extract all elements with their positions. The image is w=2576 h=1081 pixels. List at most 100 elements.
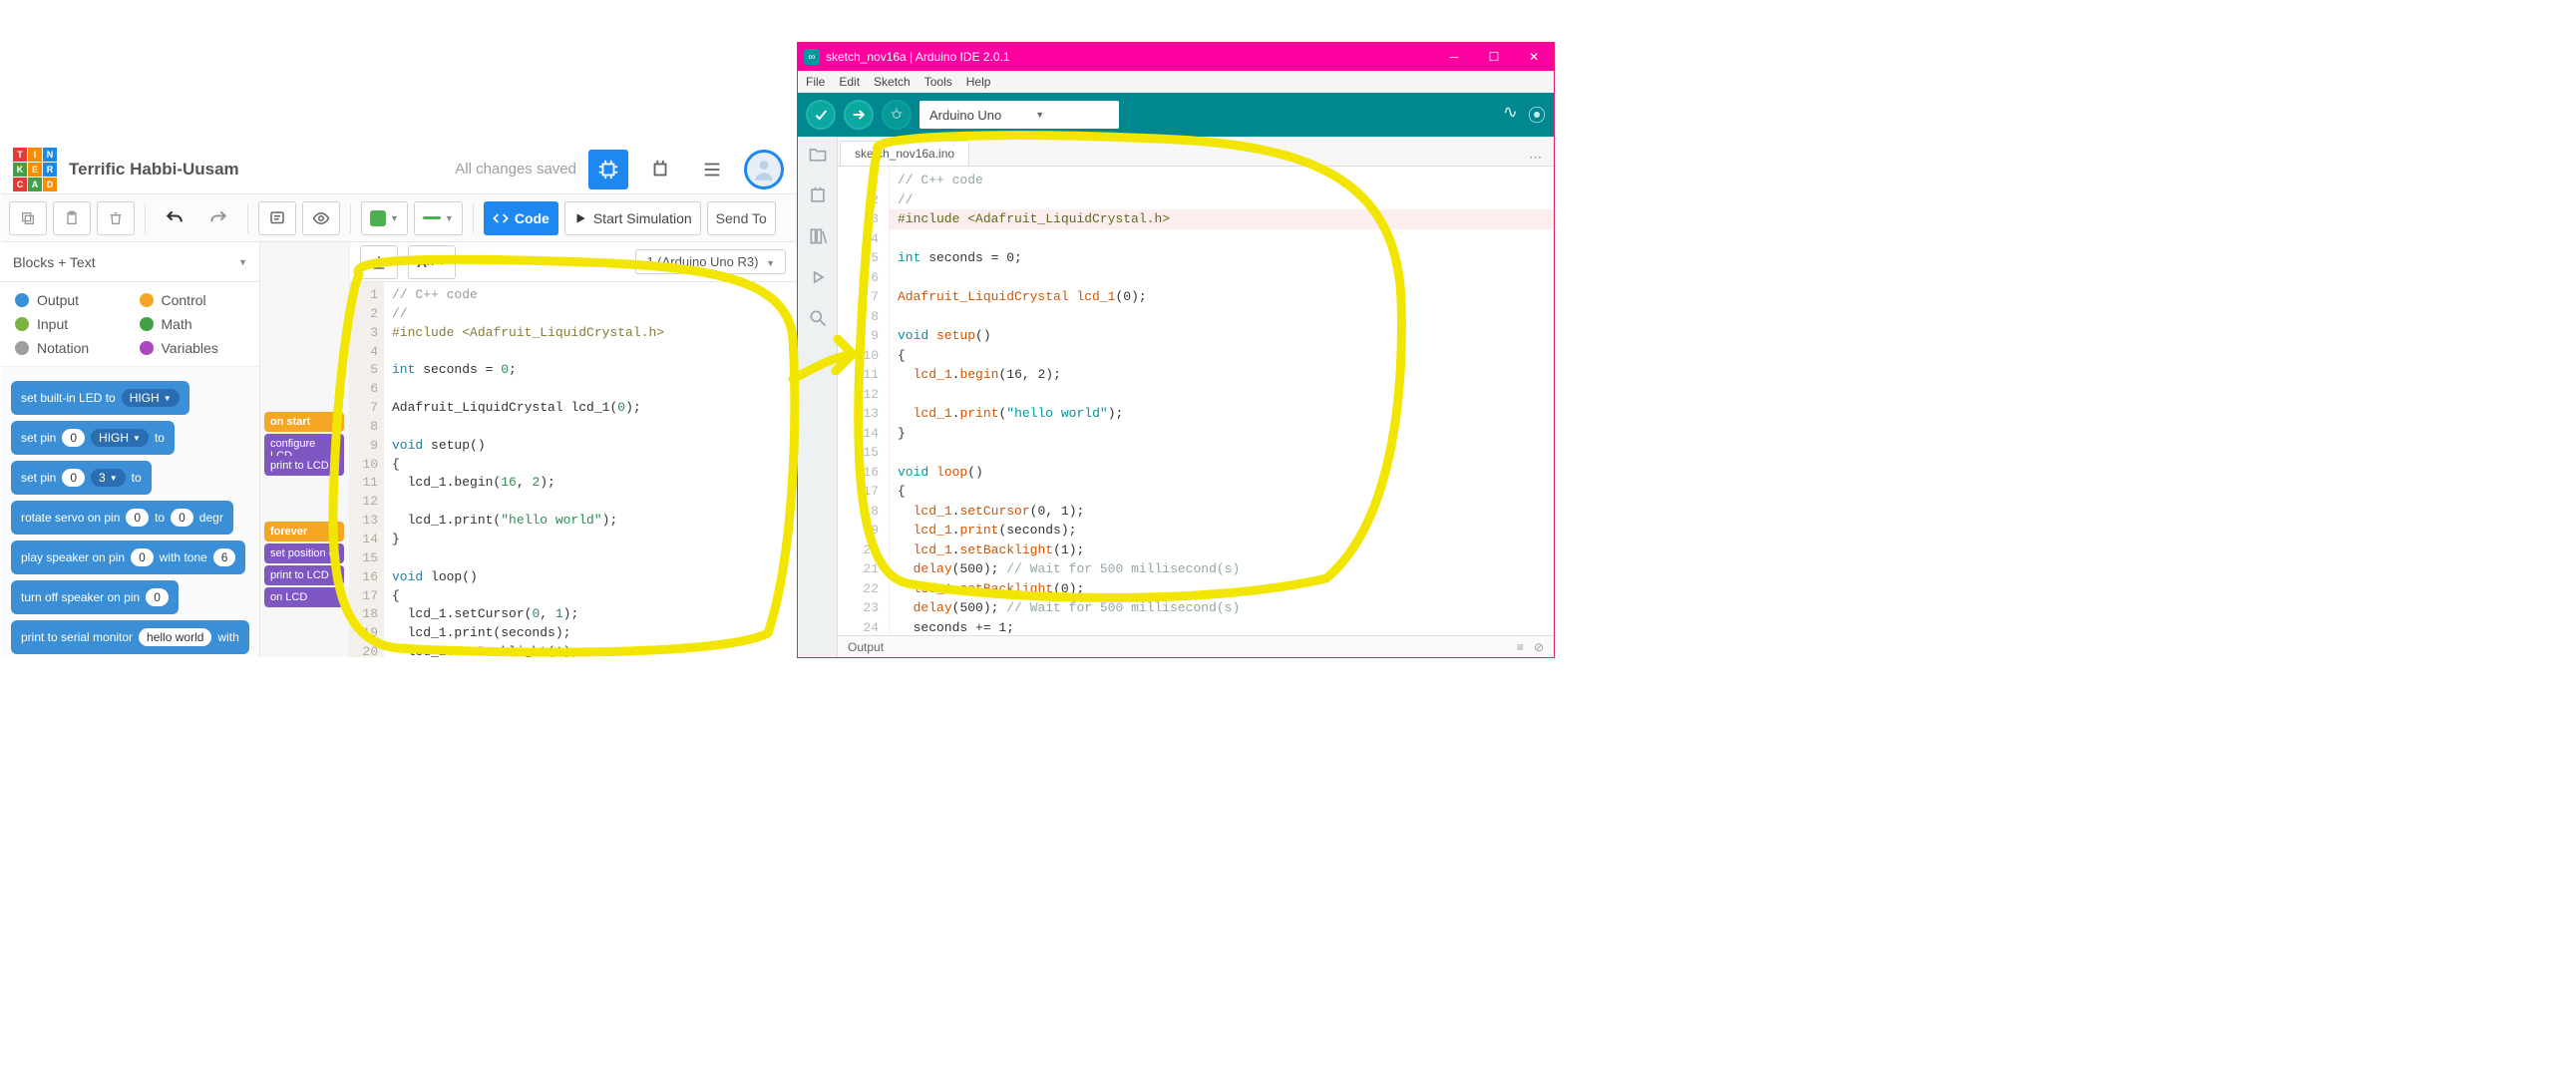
download-code-button[interactable] bbox=[360, 245, 398, 279]
delete-button[interactable] bbox=[97, 201, 135, 235]
paste-button[interactable] bbox=[53, 201, 91, 235]
menu-edit[interactable]: Edit bbox=[839, 75, 860, 89]
sketchbook-icon[interactable] bbox=[808, 145, 828, 168]
menu-tools[interactable]: Tools bbox=[924, 75, 952, 89]
block-categories: Output Control Input Math Notation Variables bbox=[1, 282, 259, 367]
toggle-visibility-button[interactable] bbox=[302, 201, 340, 235]
save-status: All changes saved bbox=[455, 161, 576, 178]
line-gutter: 1234567891011121314151617181920212223242… bbox=[838, 167, 890, 635]
project-title[interactable]: Terrific Habbi-Uusam bbox=[69, 160, 239, 180]
search-icon[interactable] bbox=[808, 308, 828, 331]
board-name: Arduino Uno bbox=[929, 108, 1001, 123]
blocks-panel: Blocks + Text ▼ Output Control Input Math No… bbox=[1, 242, 260, 658]
tinkercad-body: Blocks + Text ▼ Output Control Input Math No… bbox=[1, 242, 796, 658]
redo-button[interactable] bbox=[199, 201, 237, 235]
undo-button[interactable] bbox=[156, 201, 193, 235]
output-panel-header[interactable]: Output ≡ ⊘ bbox=[838, 635, 1554, 657]
toolbar-right: ∿ ⦿ bbox=[1503, 102, 1546, 128]
category-output[interactable]: Output bbox=[15, 292, 122, 308]
activity-bar bbox=[798, 137, 838, 657]
user-avatar[interactable] bbox=[744, 150, 784, 189]
debug-icon[interactable] bbox=[808, 267, 828, 290]
category-math[interactable]: Math bbox=[140, 316, 246, 332]
category-control[interactable]: Control bbox=[140, 292, 246, 308]
output-clear-icon[interactable]: ⊘ bbox=[1534, 640, 1544, 654]
block-item[interactable]: set pin 0 HIGH ▼ to bbox=[11, 421, 175, 455]
arduino-app-icon: ∞ bbox=[804, 49, 820, 65]
titlebar[interactable]: ∞ sketch_nov16a | Arduino IDE 2.0.1 ─ ☐ … bbox=[798, 43, 1554, 71]
window-title: sketch_nov16a | Arduino IDE 2.0.1 bbox=[826, 50, 1010, 64]
editor-group: sketch_nov16a.ino ⋯ 12345678910111213141… bbox=[838, 137, 1554, 657]
code-lines[interactable]: // C++ code//#include <Adafruit_LiquidCr… bbox=[890, 167, 1554, 635]
serial-plotter-icon[interactable]: ∿ bbox=[1503, 102, 1518, 128]
print-lcd-block[interactable]: print to LCD bbox=[264, 456, 344, 476]
verify-button[interactable] bbox=[806, 100, 836, 130]
arduino-editor[interactable]: 1234567891011121314151617181920212223242… bbox=[838, 167, 1554, 635]
block-item[interactable]: turn off speaker on pin 0 bbox=[11, 580, 179, 614]
window-controls: ─ ☐ ✕ bbox=[1434, 43, 1554, 71]
tinkercad-window: TINKERCAD Terrific Habbi-Uusam All chang… bbox=[0, 0, 797, 658]
block-item[interactable]: set pin 0 3 ▼ to bbox=[11, 461, 152, 495]
editor-tabs: sketch_nov16a.ino ⋯ bbox=[838, 137, 1554, 167]
minimize-button[interactable]: ─ bbox=[1434, 43, 1474, 71]
on-lcd-block[interactable]: on LCD bbox=[264, 587, 344, 607]
start-simulation-button[interactable]: Start Simulation bbox=[564, 201, 701, 235]
tab-overflow-button[interactable]: ⋯ bbox=[1519, 150, 1554, 166]
menu-sketch[interactable]: Sketch bbox=[874, 75, 911, 89]
block-item[interactable]: play speaker on pin 0 with tone 6 bbox=[11, 540, 245, 574]
script-canvas[interactable]: on start configure LCD print to LCD fore… bbox=[260, 242, 350, 658]
close-button[interactable]: ✕ bbox=[1514, 43, 1554, 71]
block-item[interactable]: set built-in LED to HIGH ▼ bbox=[11, 381, 189, 415]
fill-color-picker[interactable]: ▼ bbox=[361, 201, 408, 235]
code-button[interactable]: Code bbox=[484, 201, 558, 235]
library-manager-icon[interactable] bbox=[808, 226, 828, 249]
copy-button[interactable] bbox=[9, 201, 47, 235]
serial-monitor-icon[interactable]: ⦿ bbox=[1528, 102, 1546, 128]
forever-block[interactable]: forever bbox=[264, 522, 344, 541]
category-variables[interactable]: Variables bbox=[140, 340, 246, 356]
debug-button[interactable] bbox=[882, 100, 912, 130]
tinkercad-toolbar: ▼ ▼ Code Start Simulation Send To bbox=[1, 194, 796, 242]
sim-button-label: Start Simulation bbox=[593, 210, 692, 226]
menu-file[interactable]: File bbox=[806, 75, 825, 89]
code-button-label: Code bbox=[515, 210, 550, 226]
menu-help[interactable]: Help bbox=[966, 75, 991, 89]
block-item[interactable]: print to serial monitor hello world with bbox=[11, 620, 249, 654]
tinkercad-code-panel: AA▼ 1 (Arduino Uno R3) ▼ 123456789101112… bbox=[350, 242, 796, 658]
menubar: File Edit Sketch Tools Help bbox=[798, 71, 1554, 93]
list-view-button[interactable] bbox=[692, 150, 732, 189]
tinkercad-logo[interactable]: TINKERCAD bbox=[13, 148, 57, 191]
tinkercad-header: TINKERCAD Terrific Habbi-Uusam All chang… bbox=[1, 145, 796, 194]
arduino-body: sketch_nov16a.ino ⋯ 12345678910111213141… bbox=[798, 137, 1554, 657]
print-lcd-block-2[interactable]: print to LCD bbox=[264, 565, 344, 585]
arduino-toolbar: Arduino Uno ▼ ∿ ⦿ bbox=[798, 93, 1554, 137]
code-lines[interactable]: // C++ code//#include <Adafruit_LiquidCr… bbox=[384, 282, 742, 658]
output-menu-icon[interactable]: ≡ bbox=[1517, 640, 1524, 654]
upload-button[interactable] bbox=[844, 100, 874, 130]
code-mode-select[interactable]: Blocks + Text ▼ bbox=[1, 242, 259, 282]
line-gutter: 1234567891011121314151617181920212223242… bbox=[350, 282, 384, 658]
code-panel-toolbar: AA▼ 1 (Arduino Uno R3) ▼ bbox=[350, 242, 796, 282]
schematic-view-button[interactable] bbox=[640, 150, 680, 189]
board-select[interactable]: 1 (Arduino Uno R3) ▼ bbox=[635, 249, 786, 274]
wire-color-picker[interactable]: ▼ bbox=[414, 201, 463, 235]
category-notation[interactable]: Notation bbox=[15, 340, 122, 356]
tinkercad-editor[interactable]: 1234567891011121314151617181920212223242… bbox=[350, 282, 796, 658]
maximize-button[interactable]: ☐ bbox=[1474, 43, 1514, 71]
font-size-button[interactable]: AA▼ bbox=[408, 245, 456, 279]
block-palette[interactable]: set built-in LED to HIGH ▼ set pin 0 HIGH… bbox=[1, 367, 259, 658]
output-label: Output bbox=[848, 640, 884, 654]
components-view-button[interactable] bbox=[588, 150, 628, 189]
on-start-block[interactable]: on start bbox=[264, 412, 344, 432]
board-label: 1 (Arduino Uno R3) bbox=[646, 254, 758, 269]
boards-manager-icon[interactable] bbox=[808, 185, 828, 208]
block-item[interactable]: rotate servo on pin 0 to 0 degr bbox=[11, 501, 233, 535]
set-position-block[interactable]: set position o bbox=[264, 543, 344, 563]
mode-label: Blocks + Text bbox=[13, 254, 96, 270]
send-to-button[interactable]: Send To bbox=[707, 201, 776, 235]
notes-button[interactable] bbox=[258, 201, 296, 235]
tab-sketch[interactable]: sketch_nov16a.ino bbox=[840, 141, 969, 166]
board-selector[interactable]: Arduino Uno ▼ bbox=[920, 101, 1119, 129]
category-input[interactable]: Input bbox=[15, 316, 122, 332]
send-button-label: Send To bbox=[716, 210, 767, 226]
